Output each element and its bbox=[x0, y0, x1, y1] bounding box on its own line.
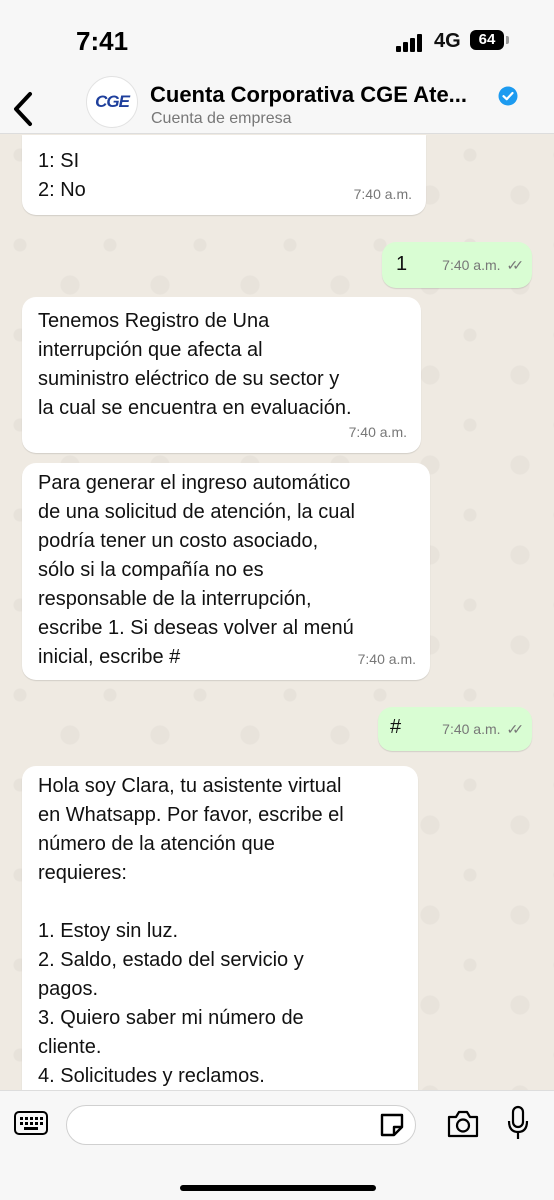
message-text: # bbox=[390, 716, 402, 738]
read-receipt-icon: ✓✓ bbox=[506, 721, 525, 737]
battery-tip bbox=[506, 36, 509, 44]
message-text: Para generar el ingreso automático de un… bbox=[38, 472, 355, 668]
message-bubble-incoming[interactable]: Hola soy Clara, tu asistente virtual en … bbox=[22, 766, 418, 1090]
avatar-logo-text: CGE bbox=[95, 92, 130, 111]
microphone-icon[interactable] bbox=[506, 1105, 530, 1141]
message-input[interactable] bbox=[66, 1105, 416, 1145]
message-bubble-outgoing[interactable]: 1 7:40 a.m. ✓✓ bbox=[382, 242, 532, 288]
message-bubble-incoming[interactable]: Para generar el ingreso automático de un… bbox=[22, 463, 430, 680]
avatar[interactable]: CGE bbox=[86, 76, 138, 128]
keyboard-icon[interactable] bbox=[14, 1111, 48, 1135]
message-time: 7:40 a.m. ✓✓ bbox=[442, 715, 525, 744]
message-time: 7:40 a.m. bbox=[348, 424, 407, 440]
read-receipt-icon: ✓✓ bbox=[506, 257, 525, 273]
contact-subtitle: Cuenta de empresa bbox=[151, 110, 292, 127]
battery-icon: 64 bbox=[470, 30, 504, 50]
status-bar: 7:41 4G 64 bbox=[0, 0, 554, 84]
camera-icon[interactable] bbox=[446, 1109, 480, 1139]
message-bubble-incoming[interactable]: 1: SI 2: No 7:40 a.m. bbox=[22, 135, 426, 215]
message-time: 7:40 a.m. bbox=[353, 186, 412, 202]
chat-header: CGE Cuenta Corporativa CGE Ate... Cuenta… bbox=[0, 76, 554, 134]
verified-badge-icon bbox=[498, 86, 518, 106]
message-time-label: 7:40 a.m. bbox=[442, 721, 501, 737]
sticker-icon[interactable] bbox=[378, 1111, 406, 1139]
home-indicator[interactable] bbox=[180, 1185, 376, 1191]
network-type: 4G bbox=[434, 30, 461, 52]
cellular-signal-icon bbox=[396, 34, 426, 52]
message-text: 1: SI 2: No bbox=[38, 150, 86, 201]
message-bubble-incoming[interactable]: Tenemos Registro de Una interrupción que… bbox=[22, 297, 421, 453]
chevron-left-icon[interactable] bbox=[8, 88, 40, 130]
chat-area: 1: SI 2: No 7:40 a.m. 1 7:40 a.m. ✓✓ Tene… bbox=[0, 135, 554, 1090]
message-time-label: 7:40 a.m. bbox=[442, 257, 501, 273]
message-time: 7:40 a.m. ✓✓ bbox=[442, 251, 525, 280]
message-text: Hola soy Clara, tu asistente virtual en … bbox=[38, 775, 344, 1087]
message-text: Tenemos Registro de Una interrupción que… bbox=[38, 310, 352, 419]
contact-name[interactable]: Cuenta Corporativa CGE Ate... bbox=[150, 82, 467, 108]
message-text: 1 bbox=[396, 253, 408, 275]
message-time: 7:40 a.m. bbox=[357, 651, 416, 667]
message-bubble-outgoing[interactable]: # 7:40 a.m. ✓✓ bbox=[378, 707, 532, 751]
status-time: 7:41 bbox=[76, 26, 129, 56]
input-bar bbox=[0, 1090, 554, 1200]
